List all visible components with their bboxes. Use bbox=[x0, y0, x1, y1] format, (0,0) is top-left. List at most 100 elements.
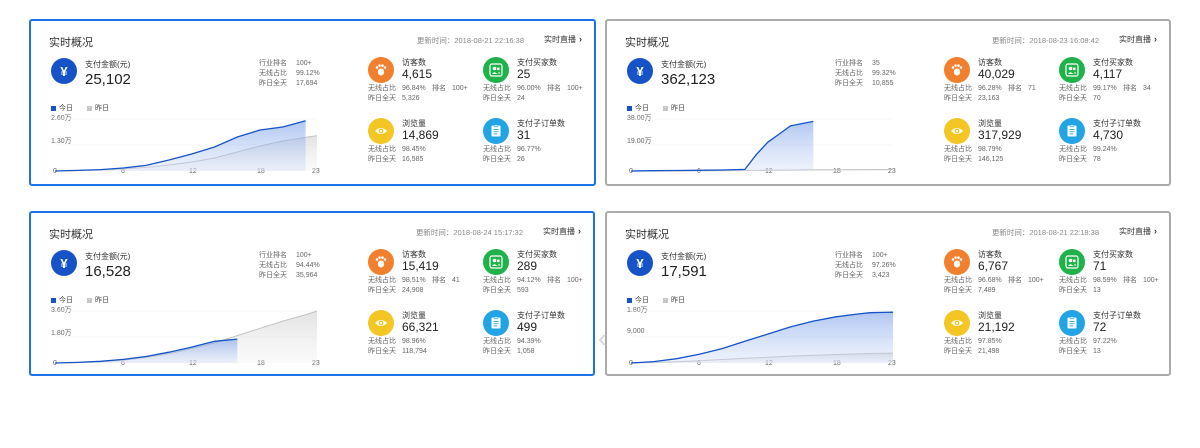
ratio-value: 96.00% bbox=[517, 85, 541, 92]
metric-value: 72 bbox=[1093, 320, 1107, 334]
yesterday-key: 昨日全天 bbox=[944, 287, 972, 294]
rank-key: 排名 bbox=[547, 277, 561, 284]
ratio-value: 98.96% bbox=[402, 338, 426, 345]
metric-value: 289 bbox=[517, 259, 538, 273]
metric-value: 499 bbox=[517, 320, 538, 334]
metric-details: 无线占比 98.59% 排名 100+ 昨日全天 13 bbox=[1059, 276, 1159, 296]
order-list-icon bbox=[483, 310, 509, 336]
buyers-icon bbox=[1059, 57, 1085, 83]
chart-legend: 今日 昨日 bbox=[51, 103, 123, 113]
ratio-value: 97.85% bbox=[978, 338, 1002, 345]
yesterday-value: 21,498 bbox=[978, 348, 1000, 355]
rank-key: 昨日全天 bbox=[259, 272, 287, 279]
rank-key: 排名 bbox=[1123, 277, 1137, 284]
live-stream-label: 实时直播 bbox=[543, 227, 575, 236]
rank-key: 排名 bbox=[432, 85, 446, 92]
legend-today[interactable]: 今日 bbox=[627, 295, 649, 305]
metric-value: 6,767 bbox=[978, 259, 1009, 273]
pay-amount-value: 17,591 bbox=[661, 263, 707, 280]
rank-key bbox=[432, 145, 452, 155]
ratio-value: 98.45% bbox=[402, 146, 426, 153]
rank-key: 排名 bbox=[432, 277, 446, 284]
realtime-trend-chart bbox=[54, 118, 318, 172]
ratio-value: 99.24% bbox=[1093, 146, 1117, 153]
ratio-value: 98.79% bbox=[978, 146, 1002, 153]
live-stream-link[interactable]: 实时直播 › bbox=[544, 34, 582, 45]
yesterday-key: 昨日全天 bbox=[368, 348, 396, 355]
ratio-value: 96.28% bbox=[978, 85, 1002, 92]
legend-today[interactable]: 今日 bbox=[51, 295, 73, 305]
legend-yesterday[interactable]: 昨日 bbox=[663, 295, 685, 305]
metric-value: 15,419 bbox=[402, 259, 439, 273]
metric-value: 21,192 bbox=[978, 320, 1015, 334]
metric-visitors: 访客数 4,615 无线占比 96.84% 排名 100+ 昨日全天 5,326 bbox=[368, 57, 478, 109]
ratio-key: 无线占比 bbox=[368, 338, 396, 345]
live-stream-link[interactable]: 实时直播 › bbox=[1119, 34, 1157, 45]
legend-today[interactable]: 今日 bbox=[627, 103, 649, 113]
eye-icon bbox=[368, 118, 394, 144]
legend-yesterday[interactable]: 昨日 bbox=[87, 103, 109, 113]
metric-visitors: 访客数 6,767 无线占比 96.68% 排名 100+ 昨日全天 7,489 bbox=[944, 249, 1054, 301]
legend-yesterday[interactable]: 昨日 bbox=[663, 103, 685, 113]
ratio-value: 96.84% bbox=[402, 85, 426, 92]
yesterday-value: 23,163 bbox=[978, 95, 1000, 102]
pay-amount-value: 362,123 bbox=[661, 71, 716, 88]
rank-value: 3,423 bbox=[872, 272, 890, 279]
rank-value: 100+ bbox=[296, 60, 312, 67]
legend-swatch-yesterday bbox=[87, 297, 92, 303]
overview-card-3: 实时概况 更新时间：2018-08-24 15:17:32 实时直播 › ¥ 支付… bbox=[29, 211, 595, 376]
ratio-key: 无线占比 bbox=[944, 146, 972, 153]
card-title: 实时概况 bbox=[625, 229, 669, 241]
metric-details: 无线占比 96.84% 排名 100+ 昨日全天 5,326 bbox=[368, 84, 468, 104]
metric-pay-buyers: 支付买家数 289 无线占比 94.12% 排名 100+ 昨日全天 593 bbox=[483, 249, 593, 301]
ratio-key: 无线占比 bbox=[368, 146, 396, 153]
yesterday-value: 24 bbox=[517, 95, 525, 102]
live-stream-link[interactable]: 实时直播 › bbox=[543, 226, 581, 237]
card-title: 实时概况 bbox=[49, 37, 93, 49]
pay-amount-label: 支付金额(元) bbox=[661, 252, 707, 261]
overview-card-2: 实时概况 更新时间：2018-08-23 16:08:42 实时直播 › ¥ 支付… bbox=[605, 19, 1171, 186]
yesterday-key: 昨日全天 bbox=[1059, 287, 1087, 294]
yesterday-value: 593 bbox=[517, 287, 529, 294]
ratio-key: 无线占比 bbox=[1059, 338, 1087, 345]
yesterday-key: 昨日全天 bbox=[483, 287, 511, 294]
ratio-key: 无线占比 bbox=[1059, 277, 1087, 284]
metric-sub-orders: 支付子订单数 31 无线占比 96.77% 昨日全天 26 bbox=[483, 118, 593, 170]
update-time: 更新时间：2018-08-21 22:18:38 bbox=[991, 228, 1099, 237]
card-title: 实时概况 bbox=[49, 229, 93, 241]
footprint-icon bbox=[944, 57, 970, 83]
metric-details: 无线占比 94.12% 排名 100+ 昨日全天 593 bbox=[483, 276, 583, 296]
legend-today[interactable]: 今日 bbox=[51, 103, 73, 113]
rank-value: 41 bbox=[452, 277, 460, 284]
legend-swatch-today bbox=[51, 297, 56, 303]
yesterday-key: 昨日全天 bbox=[483, 348, 511, 355]
metric-pay-buyers: 支付买家数 4,117 无线占比 99.17% 排名 34 昨日全天 70 bbox=[1059, 57, 1169, 109]
rank-key: 排名 bbox=[1008, 277, 1022, 284]
legend-yesterday[interactable]: 昨日 bbox=[87, 295, 109, 305]
rank-key: 行业排名 bbox=[835, 252, 863, 259]
rank-value: 100+ bbox=[567, 277, 583, 284]
rank-key: 无线占比 bbox=[835, 262, 863, 269]
yesterday-value: 7,489 bbox=[978, 287, 996, 294]
metric-details: 无线占比 98.96% 昨日全天 118,794 bbox=[368, 337, 452, 357]
rank-value: 34 bbox=[1143, 85, 1151, 92]
live-stream-link[interactable]: 实时直播 › bbox=[1119, 226, 1157, 237]
ratio-value: 97.22% bbox=[1093, 338, 1117, 345]
metric-details: 无线占比 96.68% 排名 100+ 昨日全天 7,489 bbox=[944, 276, 1044, 296]
legend-today-label: 今日 bbox=[635, 297, 649, 304]
legend-swatch-today bbox=[51, 105, 56, 111]
metric-details: 无线占比 94.39% 昨日全天 1,058 bbox=[483, 337, 567, 357]
today-area bbox=[631, 312, 893, 363]
industry-rank-block: 行业排名 35 无线占比 99.32% 昨日全天 10,855 bbox=[835, 59, 896, 89]
metric-pageviews: 浏览量 21,192 无线占比 97.85% 昨日全天 21,498 bbox=[944, 310, 1054, 362]
rank-key: 昨日全天 bbox=[835, 80, 863, 87]
metric-sub-orders: 支付子订单数 4,730 无线占比 99.24% 昨日全天 78 bbox=[1059, 118, 1169, 170]
live-stream-label: 实时直播 bbox=[1119, 227, 1151, 236]
realtime-trend-chart bbox=[630, 118, 893, 172]
yesterday-value: 13 bbox=[1093, 287, 1101, 294]
pay-amount-label: 支付金额(元) bbox=[661, 60, 707, 69]
carousel-prev-arrow[interactable]: ‹ bbox=[598, 323, 607, 354]
order-list-icon bbox=[1059, 310, 1085, 336]
update-time: 更新时间：2018-08-21 22:16:38 bbox=[416, 36, 524, 45]
yesterday-key: 昨日全天 bbox=[1059, 348, 1087, 355]
